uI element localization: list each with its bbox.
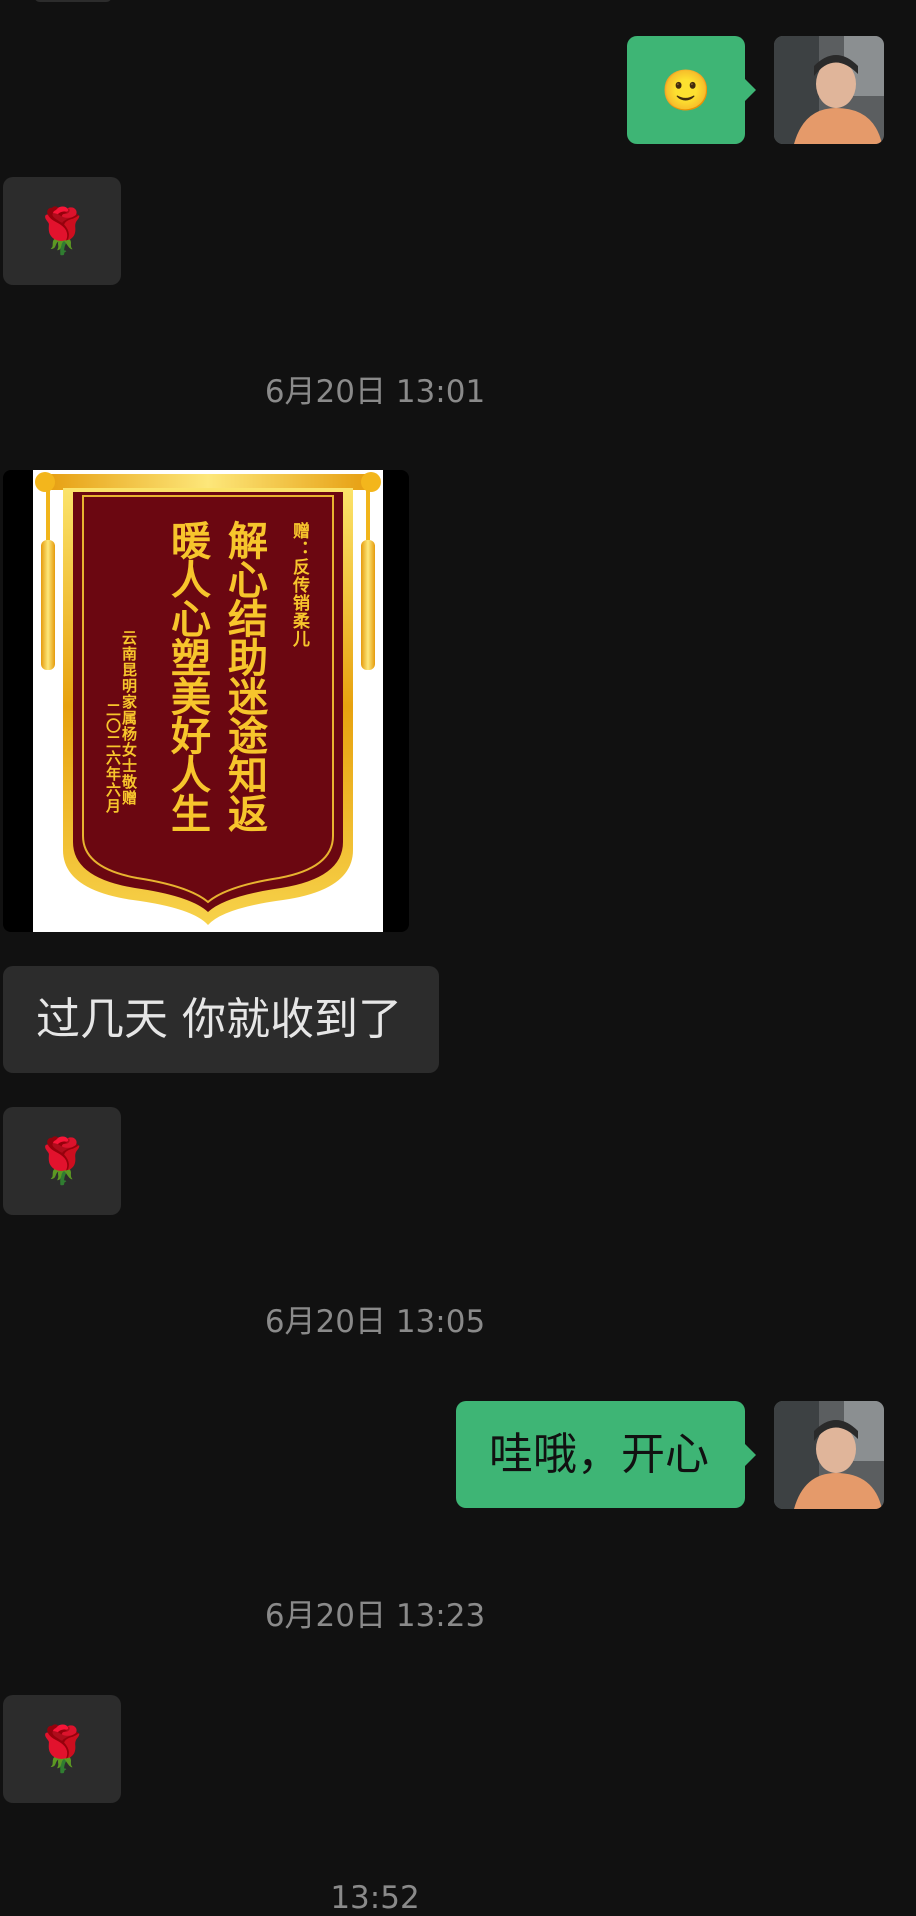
timestamp-2: 6月20日 13:05 <box>264 1304 486 1340</box>
outgoing-text-bubble[interactable]: 哇哦，开心 <box>456 1401 745 1508</box>
timestamp-1: 6月20日 13:01 <box>264 374 486 410</box>
banner-dedication: 赠：反传销柔儿 <box>289 522 309 648</box>
outgoing-bubble-tail <box>745 1444 756 1466</box>
incoming-text-bubble[interactable]: 过几天 你就收到了 <box>3 966 439 1073</box>
incoming-text: 过几天 你就收到了 <box>36 994 402 1045</box>
my-avatar[interactable] <box>774 1401 884 1509</box>
partial-top-bubble <box>34 0 112 2</box>
outgoing-text: 哇哦，开心 <box>489 1429 709 1480</box>
image-message[interactable]: 赠：反传销柔儿 解心结助迷途知返 暖人心塑美好人生 云南昆明家属杨女士敬赠 二〇… <box>3 470 409 932</box>
banner-line-2: 暖人心塑美好人生 <box>164 520 211 832</box>
timestamp-3: 6月20日 13:23 <box>264 1598 486 1634</box>
avatar-photo-icon <box>774 36 884 144</box>
my-avatar[interactable] <box>774 36 884 144</box>
outgoing-bubble-tail <box>745 79 756 101</box>
rose-emoji: 🌹 <box>34 1724 90 1775</box>
avatar-photo-icon <box>774 1401 884 1509</box>
banner-date: 二〇二六年六月 <box>104 702 122 814</box>
rose-emoji: 🌹 <box>34 1136 90 1187</box>
timestamp-4: 13:52 <box>330 1880 420 1916</box>
rose-emoji: 🌹 <box>34 206 90 257</box>
incoming-rose-bubble-1[interactable]: 🌹 <box>3 177 121 285</box>
banner-line-1: 解心结助迷途知返 <box>221 520 268 832</box>
incoming-rose-bubble-3[interactable]: 🌹 <box>3 1695 121 1803</box>
smiley-emoji: 🙂 <box>661 67 711 114</box>
outgoing-emoji-bubble[interactable]: 🙂 <box>627 36 745 144</box>
incoming-rose-bubble-2[interactable]: 🌹 <box>3 1107 121 1215</box>
